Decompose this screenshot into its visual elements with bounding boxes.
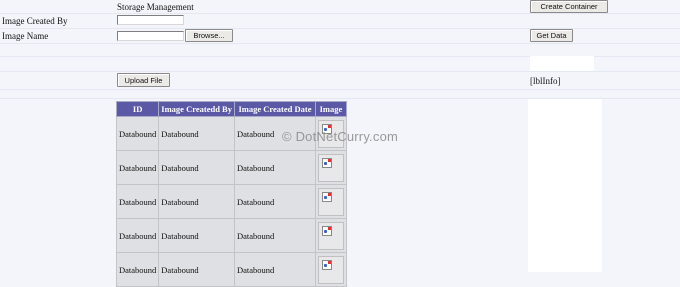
- cell-created-date: Databound: [233, 218, 316, 253]
- image-name-file-input[interactable]: [117, 31, 184, 41]
- cell-id: Databound: [115, 218, 160, 253]
- image-thumbnail[interactable]: [317, 188, 344, 216]
- browse-button[interactable]: Browse...: [185, 29, 233, 42]
- table-row: Databound Databound Databound: [115, 218, 347, 253]
- cell-created-by: Databound: [158, 218, 235, 253]
- cell-created-by: Databound: [158, 150, 235, 185]
- get-data-button[interactable]: Get Data: [530, 29, 573, 42]
- image-thumbnail[interactable]: [317, 222, 344, 250]
- table-row: Databound Databound Databound: [115, 184, 347, 219]
- image-thumbnail[interactable]: [317, 256, 344, 284]
- row-divider: [0, 28, 680, 29]
- upload-file-button[interactable]: Upload File: [117, 73, 170, 87]
- column-header-created-by[interactable]: Image Createdd By: [158, 101, 235, 117]
- grid-header-row: ID Image Createdd By Image Created Date …: [115, 101, 347, 117]
- broken-image-icon: [321, 226, 332, 236]
- broken-image-icon: [321, 158, 332, 168]
- table-row: Databound Databound Databound: [115, 252, 347, 287]
- image-name-label: Image Name: [2, 31, 49, 41]
- image-created-by-input[interactable]: [117, 15, 184, 25]
- row-divider: [0, 89, 680, 90]
- row-divider: [0, 71, 680, 72]
- cell-created-date: Databound: [233, 184, 316, 219]
- cell-id: Databound: [115, 252, 160, 287]
- cell-image: [314, 218, 347, 253]
- cell-image: [314, 184, 347, 219]
- image-thumbnail[interactable]: [317, 154, 344, 182]
- create-container-button[interactable]: Create Container: [530, 0, 608, 13]
- cell-id: Databound: [115, 150, 160, 185]
- cell-created-by: Databound: [158, 252, 235, 287]
- right-panel: [528, 99, 602, 272]
- cell-image: [314, 150, 347, 185]
- broken-image-icon: [321, 192, 332, 202]
- column-header-image[interactable]: Image: [314, 101, 347, 117]
- cell-created-date: Databound: [233, 150, 316, 185]
- cell-created-by: Databound: [158, 184, 235, 219]
- cell-id: Databound: [115, 184, 160, 219]
- cell-created-by: Databound: [158, 116, 235, 151]
- table-row: Databound Databound Databound: [115, 150, 347, 185]
- cell-created-date: Databound: [233, 252, 316, 287]
- column-header-created-date[interactable]: Image Created Date: [233, 101, 316, 117]
- watermark: © DotNetCurry.com: [282, 129, 399, 144]
- cell-id: Databound: [115, 116, 160, 151]
- cell-image: [314, 252, 347, 287]
- page-title: Storage Management: [117, 2, 194, 12]
- row-divider: [0, 43, 680, 44]
- empty-field-area: [530, 56, 594, 71]
- info-label: [lblInfo]: [530, 76, 561, 86]
- broken-image-icon: [321, 260, 332, 270]
- row-divider: [0, 13, 680, 14]
- column-header-id[interactable]: ID: [115, 101, 160, 117]
- image-created-by-label: Image Created By: [2, 16, 68, 26]
